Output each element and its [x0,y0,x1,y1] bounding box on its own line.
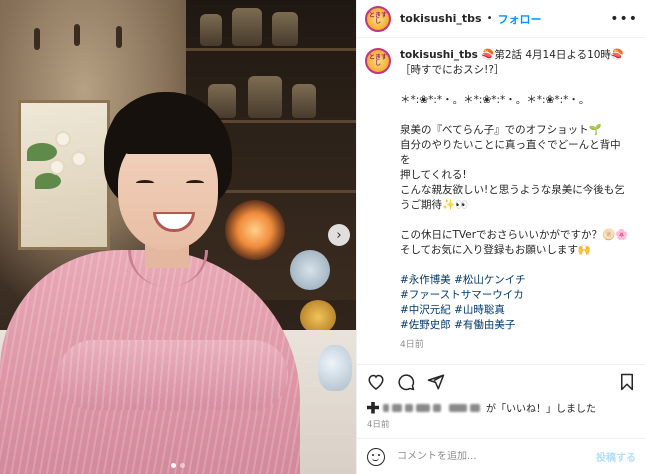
caption-line: この休日にTVerでおさらいいかがですか？🫓🌸 [400,229,629,241]
painting-flower [57,133,69,145]
comment-input[interactable] [397,451,596,462]
hashtag-line[interactable]: #永作博美 #松山ケンイチ [400,273,630,288]
jar [232,8,262,46]
post-header: ときすし tokisushi_tbs • フォロー ••• [357,0,645,38]
header-separator: • [486,13,493,24]
hashtag-line[interactable]: #佐野史郎 #有働由美子 [400,318,630,333]
emoji-mouth [372,458,379,461]
caption-line [400,258,630,273]
post-timestamp: 4日前 [367,420,390,430]
carousel-dot [171,463,176,468]
painting-leaf [35,173,61,189]
emoji-icon[interactable] [367,447,385,466]
caption-line: こんな親友欲しい!と思うような泉美に今後も乞 [400,184,625,196]
redacted-name [416,403,430,412]
caption-line [400,213,630,228]
action-bar [357,364,645,398]
caption-line: うご期待✨👀 [400,199,469,211]
caption-avatar[interactable]: ときすし [365,48,391,74]
follow-button[interactable]: フォロー [498,11,542,27]
redacted-name [405,403,413,412]
more-options-icon[interactable]: ••• [610,11,638,27]
teapot [318,345,352,391]
account-avatar[interactable]: ときすし [365,5,391,32]
liked-by-avatar [367,401,379,414]
redacted-name [383,403,389,412]
post-photo[interactable]: › [0,0,356,474]
carousel-dots [0,463,356,468]
avatar-logo-text: ときすし [368,11,387,25]
caption-line: そしてお気に入り登録もお願いします🙌 [400,244,591,256]
jar [248,76,282,118]
caption-line: 泉美の『べてらん子』でのオフショット🌱 [400,124,602,136]
caption-body: tokisushi_tbs 🍣第2話 4月14日よる10時🍣 ［時すでにおスシ!… [400,48,630,353]
caption-text: 🍣第2話 4月14日よる10時🍣 [481,49,625,61]
caption-line: 押してくれる! [400,169,467,181]
caption-row: ときすし tokisushi_tbs 🍣第2話 4月14日よる10時🍣 ［時すで… [365,48,638,353]
post-comment-button[interactable]: 投稿する [596,449,636,464]
shelf-board [186,48,356,51]
person-eye [186,180,204,186]
caption-line: ［時すでにおスシ!?］ [400,64,505,76]
account-username[interactable]: tokisushi_tbs [400,12,482,25]
caption-line [400,78,630,93]
caption-line: tokisushi_tbs 🍣第2話 4月14日よる10時🍣 [400,48,630,63]
post-sidebar: ときすし tokisushi_tbs • フォロー ••• ときすし tokis… [356,0,645,474]
painting-leaf [27,143,57,161]
wall-hook [74,24,80,46]
comment-icon[interactable] [396,372,416,392]
wall-hook [116,26,122,48]
painting-flower [51,161,63,173]
caption-line [400,108,630,123]
jar [272,12,298,46]
heart-icon[interactable] [366,372,386,392]
person-arms [58,340,288,410]
jar [292,84,316,118]
glass-ornament [300,300,336,334]
redacted-name [470,403,480,412]
hashtag-line[interactable]: #ファーストサマーウイカ [400,288,630,303]
caption-username[interactable]: tokisushi_tbs [400,49,478,61]
glowing-lamp [225,200,285,260]
avatar-logo-text: ときすし [368,54,387,67]
share-icon[interactable] [426,372,446,392]
caption-area: ときすし tokisushi_tbs 🍣第2話 4月14日よる10時🍣 ［時すで… [357,38,645,360]
chevron-right-icon[interactable]: › [328,224,350,246]
person-fringe [110,102,224,154]
caption-timestamp: 4日前 [400,340,424,350]
wall-hook [34,28,40,50]
glass-ornament [290,250,330,290]
hashtag-line[interactable]: #中沢元紀 #山時聡真 [400,303,630,318]
redacted-name [392,403,402,412]
likes-summary[interactable]: が「いいね！」しました [367,400,596,415]
likes-text: が「いいね！」しました [486,404,596,415]
caption-line: 自分のやりたいことに真っ直ぐでどーんと背中を [400,139,621,166]
bookmark-icon[interactable] [617,372,637,392]
painting-flower [73,153,85,165]
redacted-name [433,403,441,412]
comment-bar: 投稿する [357,438,645,474]
carousel-dot [180,463,185,468]
jar [200,14,222,46]
caption-line: ＊*:❀*:*・。＊*:❀*:*・。＊*:❀*:*・。 [400,94,590,106]
person-eye [136,180,154,186]
wall-painting [18,100,110,250]
redacted-name [449,403,467,412]
